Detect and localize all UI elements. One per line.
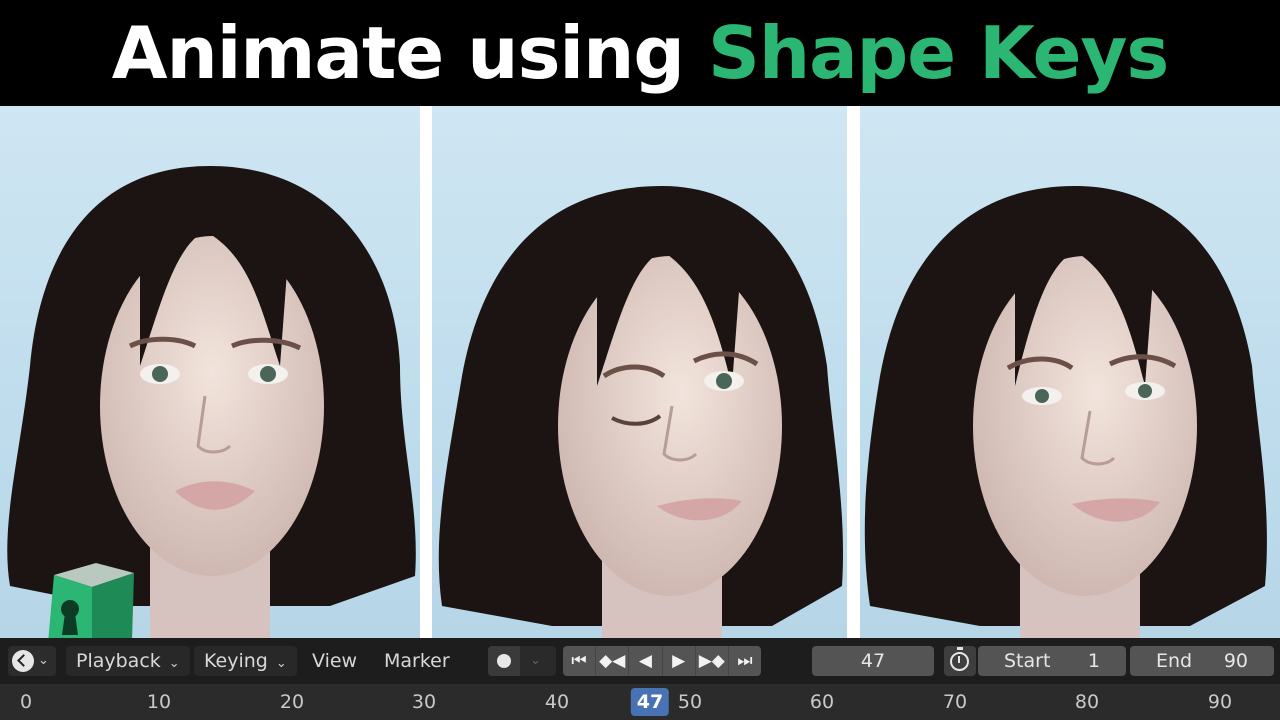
chevron-down-icon: ⌄	[530, 653, 541, 668]
video-title: Animate using Shape Keys	[111, 11, 1170, 95]
preview-range-button[interactable]	[944, 646, 976, 676]
timeline-header: ⌄ Playback ⌄ Keying ⌄ View Marker ⌄ ⏮ ◆◀ ◀…	[0, 638, 1280, 684]
chevron-down-icon: ⌄	[168, 656, 180, 671]
view-menu[interactable]: View	[302, 646, 367, 676]
end-value: 90	[1223, 650, 1248, 672]
play-reverse-button[interactable]: ◀	[629, 646, 663, 676]
title-accent-text: Shape Keys	[707, 11, 1169, 95]
jump-start-button[interactable]: ⏮	[563, 646, 597, 676]
ruler-tick: 70	[942, 691, 968, 713]
face-illustration	[438, 186, 844, 638]
face-illustration	[864, 186, 1267, 638]
playhead-indicator[interactable]: 47	[630, 688, 670, 716]
start-label: Start	[1004, 650, 1051, 672]
title-banner: Animate using Shape Keys	[0, 0, 1280, 106]
chevron-down-icon: ⌄	[38, 653, 49, 668]
auto-keying-toggle[interactable]: ⌄	[488, 646, 556, 676]
end-frame-field[interactable]: End 90	[1130, 646, 1274, 676]
ruler-tick: 60	[809, 691, 835, 713]
ruler-tick: 0	[19, 691, 33, 713]
current-frame-field[interactable]: 47	[812, 646, 934, 676]
ruler-tick: 30	[411, 691, 437, 713]
record-dot-icon	[488, 646, 520, 676]
playback-label: Playback	[76, 650, 161, 672]
keying-menu[interactable]: Keying ⌄	[194, 646, 297, 676]
keying-label: Keying	[204, 650, 268, 672]
frame-ruler[interactable]: 0 10 20 30 40 50 60 70 80 90 47	[0, 684, 1280, 720]
start-frame-field[interactable]: Start 1	[978, 646, 1126, 676]
clock-editor-icon	[12, 650, 34, 672]
ruler-tick: 80	[1074, 691, 1100, 713]
transport-controls: ⏮ ◆◀ ◀ ▶ ▶◆ ⏭	[563, 646, 761, 676]
marker-label: Marker	[384, 650, 450, 672]
prev-keyframe-button[interactable]: ◆◀	[596, 646, 630, 676]
chevron-down-icon: ⌄	[275, 656, 287, 671]
ruler-tick: 90	[1207, 691, 1233, 713]
editor-type-button[interactable]: ⌄	[8, 646, 56, 676]
wink-face-render	[432, 106, 847, 638]
ruler-tick: 10	[146, 691, 172, 713]
ruler-tick: 40	[544, 691, 570, 713]
smile-face-render	[860, 106, 1280, 638]
play-button[interactable]: ▶	[663, 646, 696, 676]
playback-menu[interactable]: Playback ⌄	[66, 646, 190, 676]
ruler-tick: 20	[279, 691, 305, 713]
end-label: End	[1156, 650, 1193, 672]
ruler-tick: 50	[677, 691, 703, 713]
jump-end-button[interactable]: ⏭	[729, 646, 761, 676]
next-keyframe-button[interactable]: ▶◆	[696, 646, 729, 676]
title-text: Animate using	[111, 11, 708, 95]
marker-menu[interactable]: Marker	[374, 646, 460, 676]
stopwatch-icon	[950, 647, 969, 671]
start-value: 1	[1087, 650, 1100, 672]
view-label: View	[312, 650, 358, 672]
